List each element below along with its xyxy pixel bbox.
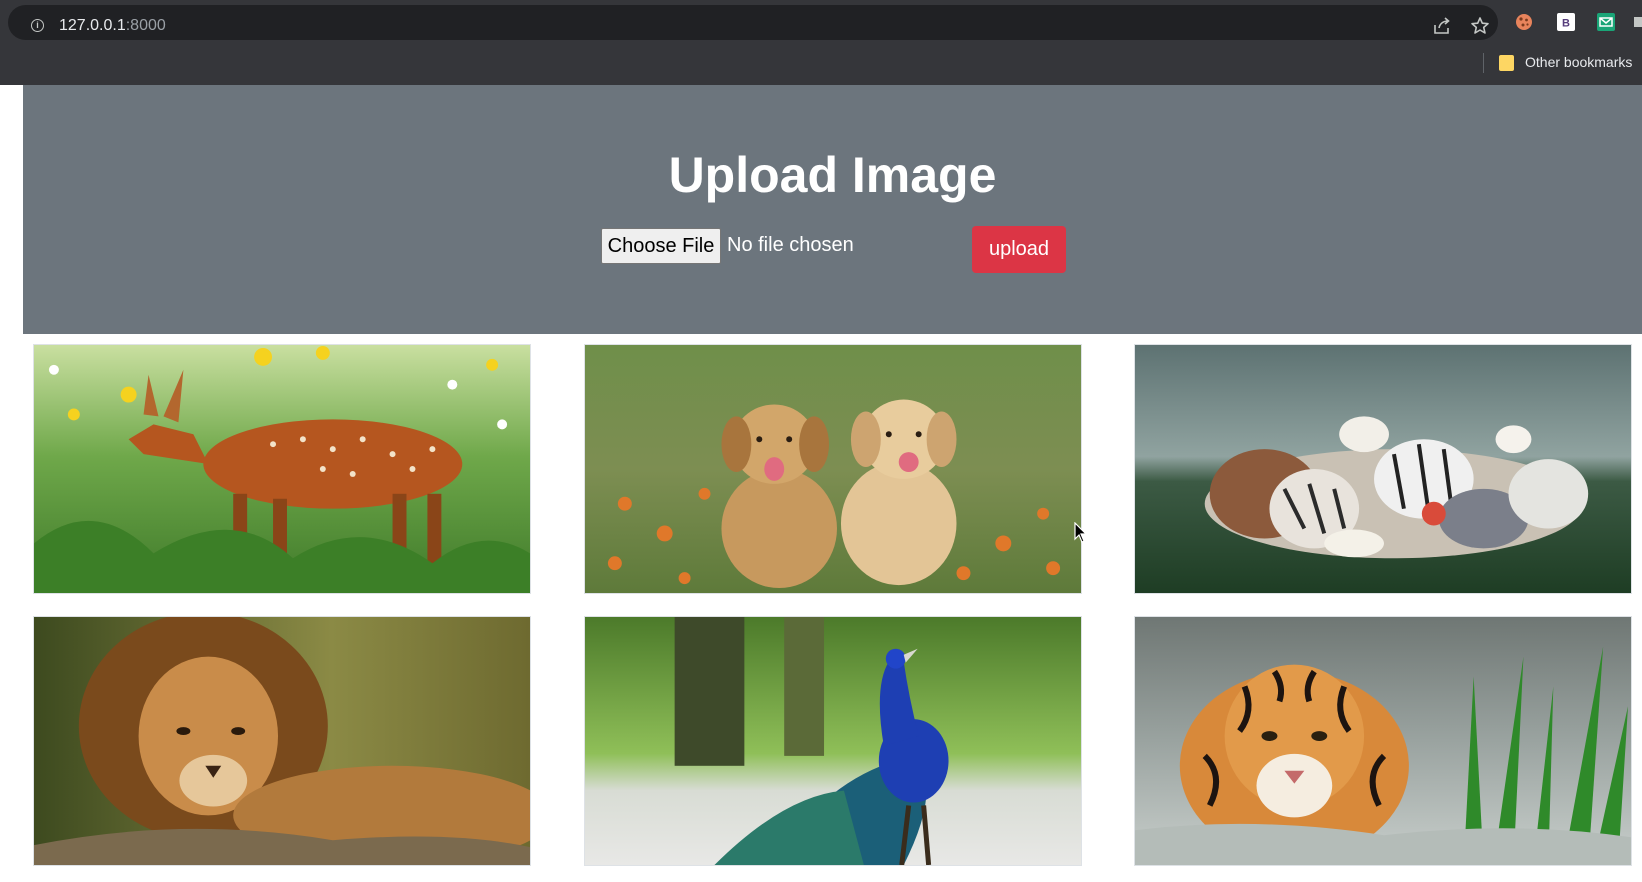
gallery-image-peacock — [584, 616, 1082, 866]
extensions-puzzle-icon[interactable] — [1632, 12, 1642, 32]
upload-hero: Upload Image Choose File No file chosen … — [23, 85, 1642, 334]
choose-file-button[interactable]: Choose File — [601, 228, 721, 264]
file-status-text: No file chosen — [727, 234, 854, 256]
gallery-image-fawn — [33, 344, 531, 594]
mouse-cursor-icon — [1074, 522, 1088, 543]
share-icon[interactable] — [1432, 16, 1452, 36]
info-icon[interactable]: i — [31, 19, 44, 32]
cookie-extension-icon[interactable] — [1514, 12, 1534, 32]
url-host: 127.0.0.1 — [59, 17, 126, 34]
url-text[interactable]: 127.0.0.1:8000 — [59, 17, 166, 35]
mail-extension-icon[interactable] — [1596, 12, 1616, 32]
upload-button[interactable]: upload — [972, 226, 1066, 273]
browser-chrome: i 127.0.0.1:8000 B Other bookmarks — [0, 0, 1642, 85]
url-port: :8000 — [125, 17, 166, 34]
bootstrap-extension-icon[interactable]: B — [1556, 12, 1576, 32]
gallery-image-lion — [33, 616, 531, 866]
gallery-image-tiger — [1134, 616, 1632, 866]
page-title: Upload Image — [668, 147, 997, 203]
gallery-image-animal-group — [1134, 344, 1632, 594]
folder-icon — [1499, 55, 1514, 71]
address-bar[interactable]: i 127.0.0.1:8000 — [8, 5, 1498, 40]
gallery-image-puppies — [584, 344, 1082, 594]
other-bookmarks-link[interactable]: Other bookmarks — [1525, 54, 1632, 70]
bootstrap-extension-label: B — [1562, 18, 1570, 30]
bookmarks-divider — [1483, 53, 1484, 73]
bookmark-star-icon[interactable] — [1470, 16, 1490, 36]
